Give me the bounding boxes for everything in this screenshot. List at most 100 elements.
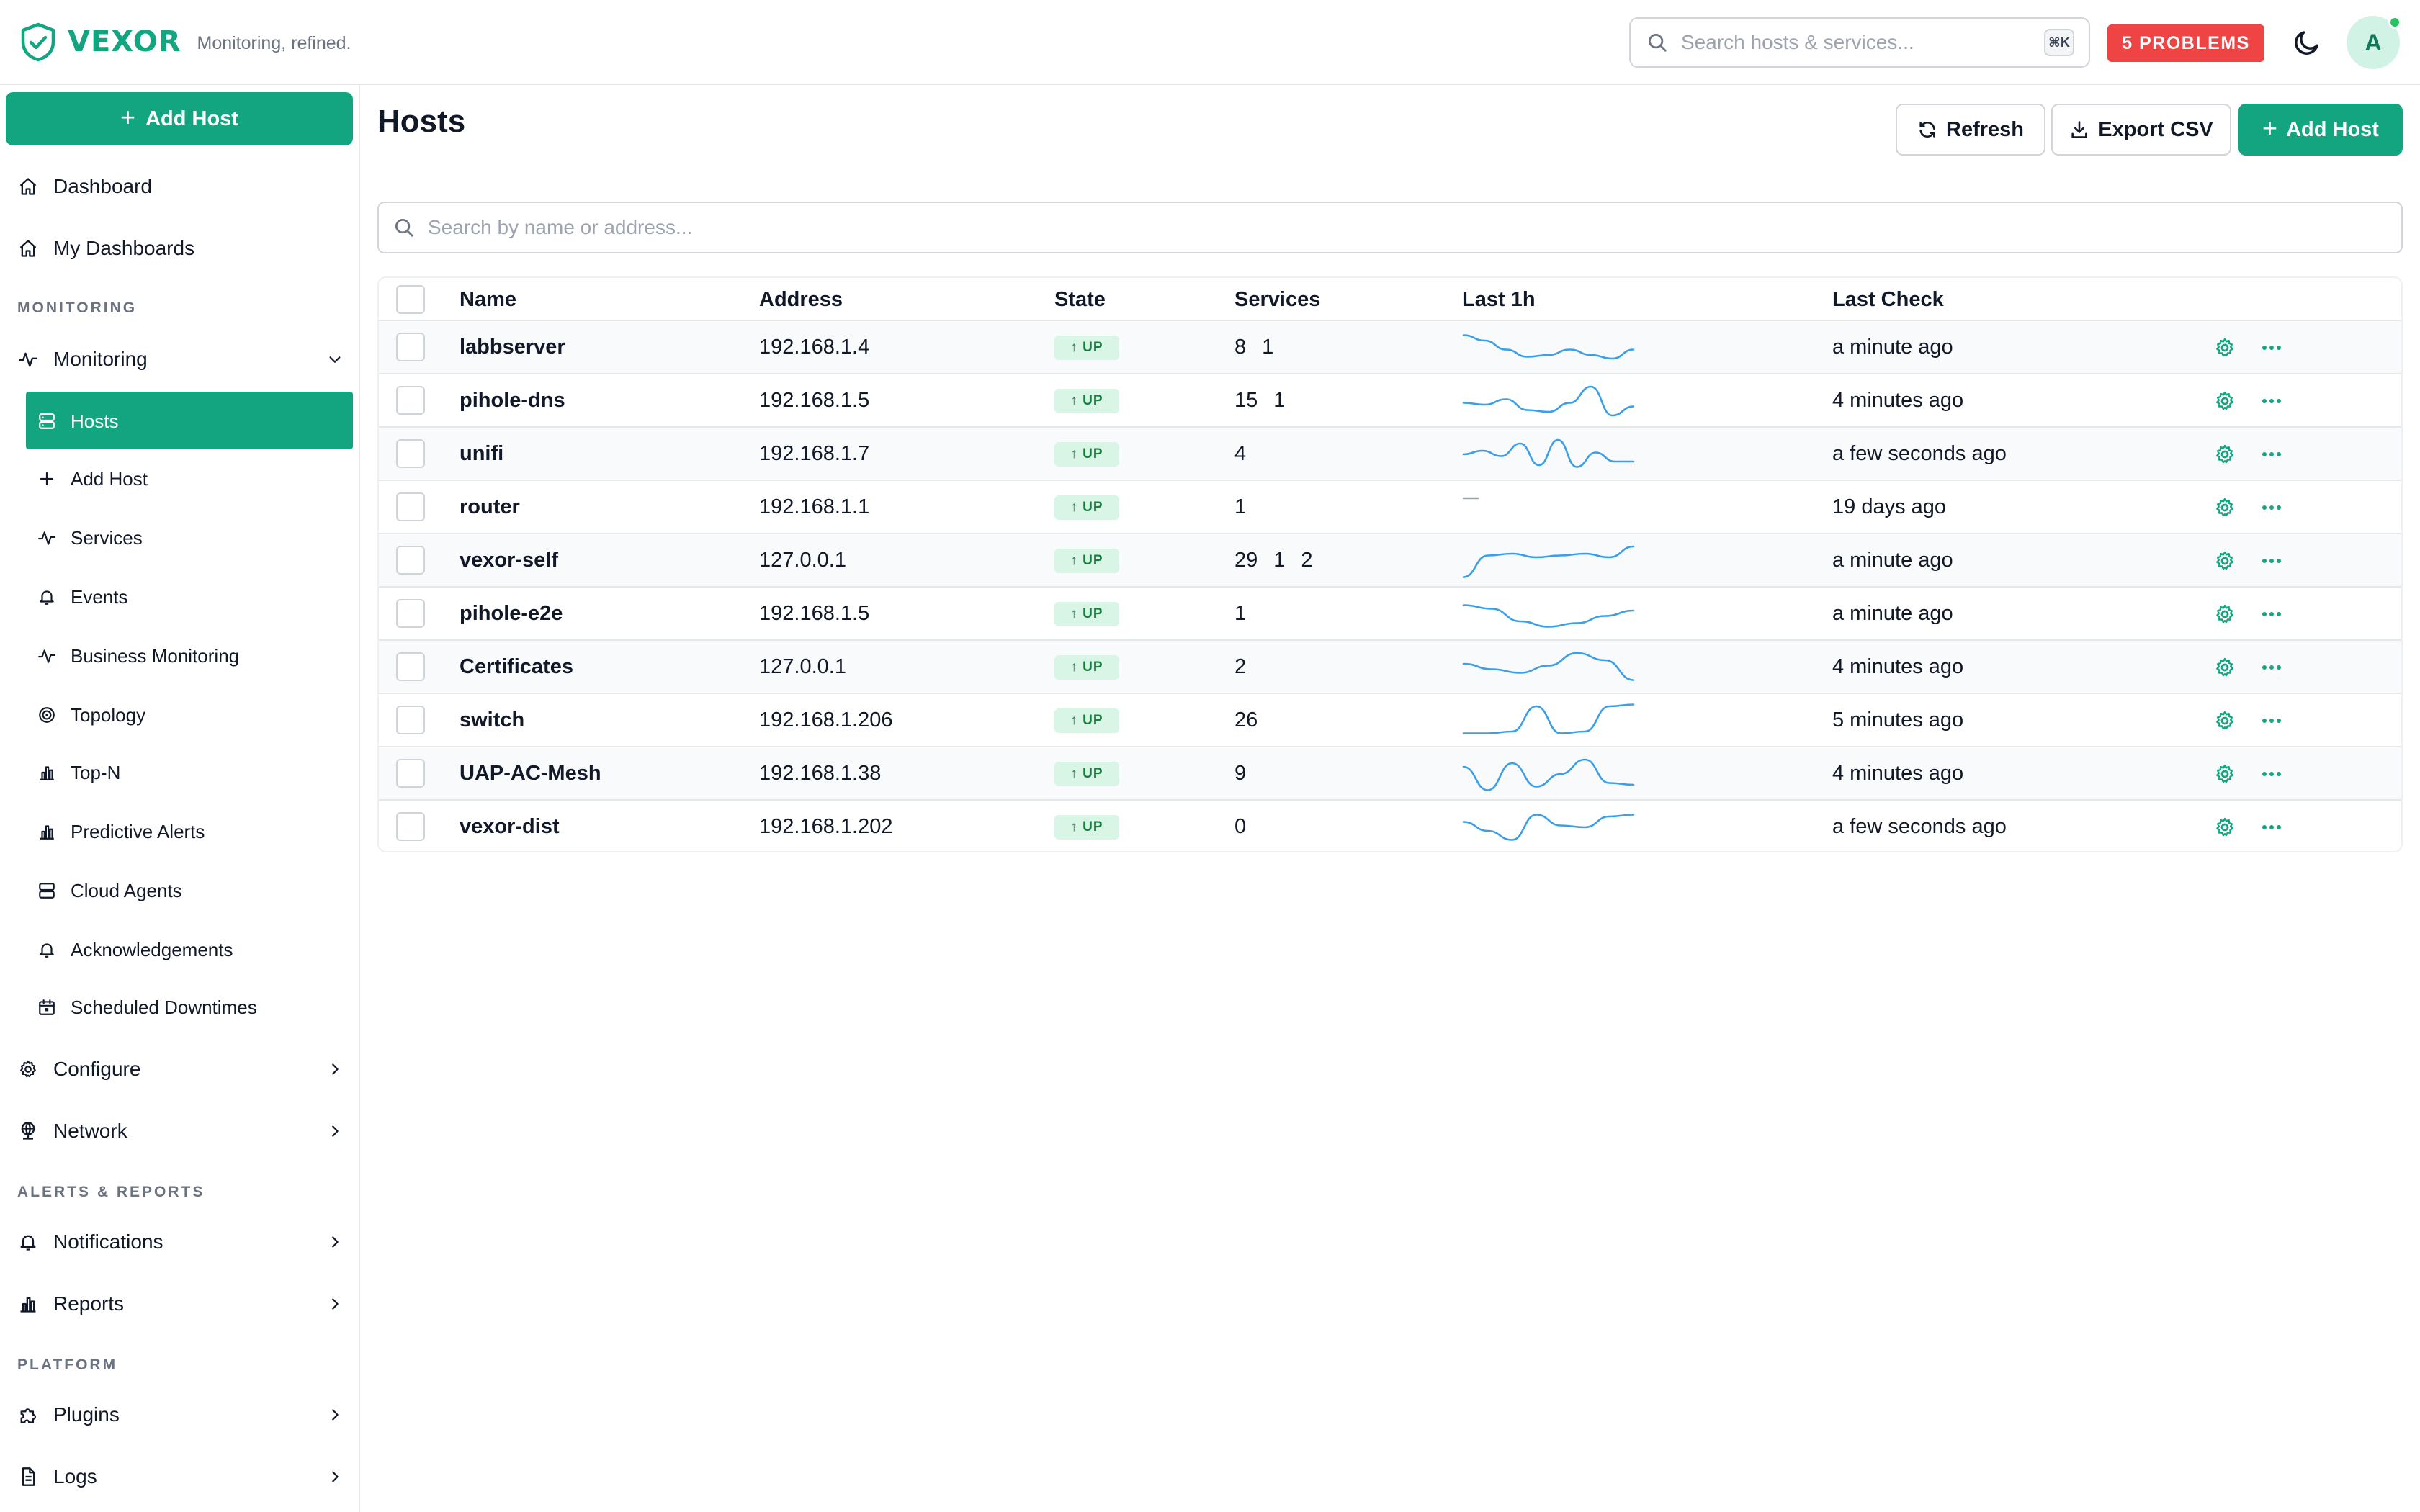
gear-icon[interactable] [2214,497,2236,518]
sidebar-add-host-button[interactable]: + Add Host [6,92,353,145]
table-row[interactable]: unifi 192.168.1.7 ↑ UP 4 a few seconds ago [379,428,2401,481]
more-options-icon[interactable] [2259,657,2285,678]
sidebar-item-events[interactable]: Events [37,579,128,615]
row-checkbox[interactable] [396,706,425,734]
gear-icon[interactable] [2214,550,2236,572]
column-header-last-1h: Last 1h [1462,287,1536,311]
chevron-right-icon [332,1298,339,1310]
gear-icon[interactable] [2214,603,2236,625]
host-name[interactable]: router [460,481,520,533]
row-checkbox[interactable] [396,492,425,521]
service-counts: 4 [1234,428,1262,480]
row-checkbox[interactable] [396,652,425,681]
sidebar-item-topology[interactable]: Topology [37,697,145,733]
more-options-icon[interactable] [2259,763,2285,785]
host-name[interactable]: vexor-dist [460,801,560,851]
host-name[interactable]: unifi [460,428,503,480]
add-host-label: Add Host [2286,117,2379,141]
sparkline-chart [1462,438,1635,468]
host-address: 192.168.1.206 [759,708,893,732]
more-options-icon[interactable] [2259,497,2285,518]
host-address: 192.168.1.38 [759,761,882,785]
sidebar-item-add-host[interactable]: Add Host [37,461,148,497]
sidebar-item-services[interactable]: Services [37,520,143,556]
sidebar-item-acknowledgements[interactable]: Acknowledgements [37,932,233,968]
host-name[interactable]: pihole-dns [460,374,565,426]
host-address: 127.0.0.1 [759,548,846,572]
more-options-icon[interactable] [2259,390,2285,412]
host-name[interactable]: UAP-AC-Mesh [460,747,601,799]
table-row[interactable]: router 192.168.1.1 ↑ UP 1 19 days ago [379,481,2401,534]
row-checkbox[interactable] [396,386,425,415]
sidebar-item-cloud-agents[interactable]: Cloud Agents [37,873,182,909]
refresh-button[interactable]: Refresh [1896,104,2045,156]
brand-name: VEXOR [68,25,182,58]
sidebar-group-logs[interactable]: Logs [17,1459,343,1495]
more-options-icon[interactable] [2259,444,2285,465]
sidebar-item-hosts[interactable]: Hosts [37,403,118,439]
table-row[interactable]: pihole-dns 192.168.1.5 ↑ UP 15 1 4 minutes ag… [379,374,2401,428]
row-checkbox[interactable] [396,333,425,361]
sidebar-item-label: Dashboard [53,175,152,197]
column-header-state[interactable]: State [1054,278,1106,321]
row-checkbox[interactable] [396,439,425,468]
more-options-icon[interactable] [2259,816,2285,838]
sidebar-group-network[interactable]: Network [17,1113,343,1149]
gear-icon[interactable] [2214,763,2236,785]
row-checkbox[interactable] [396,546,425,575]
host-name[interactable]: pihole-e2e [460,588,563,639]
row-checkbox[interactable] [396,599,425,628]
problems-badge[interactable]: 5 PROBLEMS [2107,24,2264,62]
more-options-icon[interactable] [2259,603,2285,625]
sidebar-item-scheduled-downtimes[interactable]: Scheduled Downtimes [37,989,257,1025]
table-row[interactable]: switch 192.168.1.206 ↑ UP 26 5 minutes ago [379,694,2401,747]
host-name[interactable]: vexor-self [460,534,558,586]
sidebar-item-top-n[interactable]: Top-N [37,755,120,791]
sidebar-group-plugins[interactable]: Plugins [17,1397,343,1433]
add-host-button[interactable]: + Add Host [2238,104,2403,156]
table-row[interactable]: vexor-self 127.0.0.1 ↑ UP 29 1 2 a minute ago [379,534,2401,588]
column-header-services[interactable]: Services [1234,278,1320,321]
row-checkbox[interactable] [396,759,425,788]
gear-icon[interactable] [2214,816,2236,838]
brand-logo[interactable]: VEXOR Monitoring, refined. [19,22,351,62]
sidebar-item-dashboard[interactable]: Dashboard [17,168,152,204]
table-row[interactable]: Certificates 127.0.0.1 ↑ UP 2 4 minutes ago [379,641,2401,694]
refresh-label: Refresh [1946,117,2024,141]
user-avatar[interactable]: A [2347,16,2401,69]
global-search-input[interactable]: Search hosts & services... ⌘K [1629,17,2090,68]
gear-icon[interactable] [2214,390,2236,412]
select-all-checkbox[interactable] [396,285,425,314]
more-options-icon[interactable] [2259,710,2285,732]
sidebar-item-business-monitoring[interactable]: Business Monitoring [37,638,239,674]
table-row[interactable]: vexor-dist 192.168.1.202 ↑ UP 0 a few second… [379,801,2401,851]
host-filter-input[interactable]: Search by name or address... [377,202,2403,253]
gear-icon[interactable] [2214,444,2236,465]
host-name[interactable]: switch [460,694,524,746]
sidebar-group-configure[interactable]: Configure [17,1051,343,1087]
sidebar-group-monitoring[interactable]: Monitoring [17,341,343,377]
sidebar-group-notifications[interactable]: Notifications [17,1224,343,1260]
table-row[interactable]: UAP-AC-Mesh 192.168.1.38 ↑ UP 9 4 minutes ag… [379,747,2401,801]
gear-icon[interactable] [2214,337,2236,359]
column-header-address[interactable]: Address [759,278,843,321]
column-header-last-check[interactable]: Last Check [1832,278,1944,321]
host-name[interactable]: Certificates [460,641,573,693]
more-options-icon[interactable] [2259,337,2285,359]
last-check-time: 5 minutes ago [1832,708,1964,732]
gear-icon[interactable] [2214,657,2236,678]
gear-icon[interactable] [2214,710,2236,732]
sidebar-group-reports[interactable]: Reports [17,1286,343,1322]
host-name[interactable]: labbserver [460,321,565,373]
more-options-icon[interactable] [2259,550,2285,572]
moon-icon[interactable] [2292,27,2322,58]
download-icon [2071,121,2087,138]
sidebar-item-predictive-alerts[interactable]: Predictive Alerts [37,814,205,850]
table-row[interactable]: pihole-e2e 192.168.1.5 ↑ UP 1 a minute ago [379,588,2401,641]
sidebar-item-my-dashboards[interactable]: My Dashboards [17,230,194,266]
column-header-name[interactable]: Name [460,278,516,321]
sidebar-item-label: Events [71,585,128,608]
row-checkbox[interactable] [396,812,425,841]
table-row[interactable]: labbserver 192.168.1.4 ↑ UP 8 1 a minute ago [379,321,2401,374]
export-csv-button[interactable]: Export CSV [2051,104,2231,156]
